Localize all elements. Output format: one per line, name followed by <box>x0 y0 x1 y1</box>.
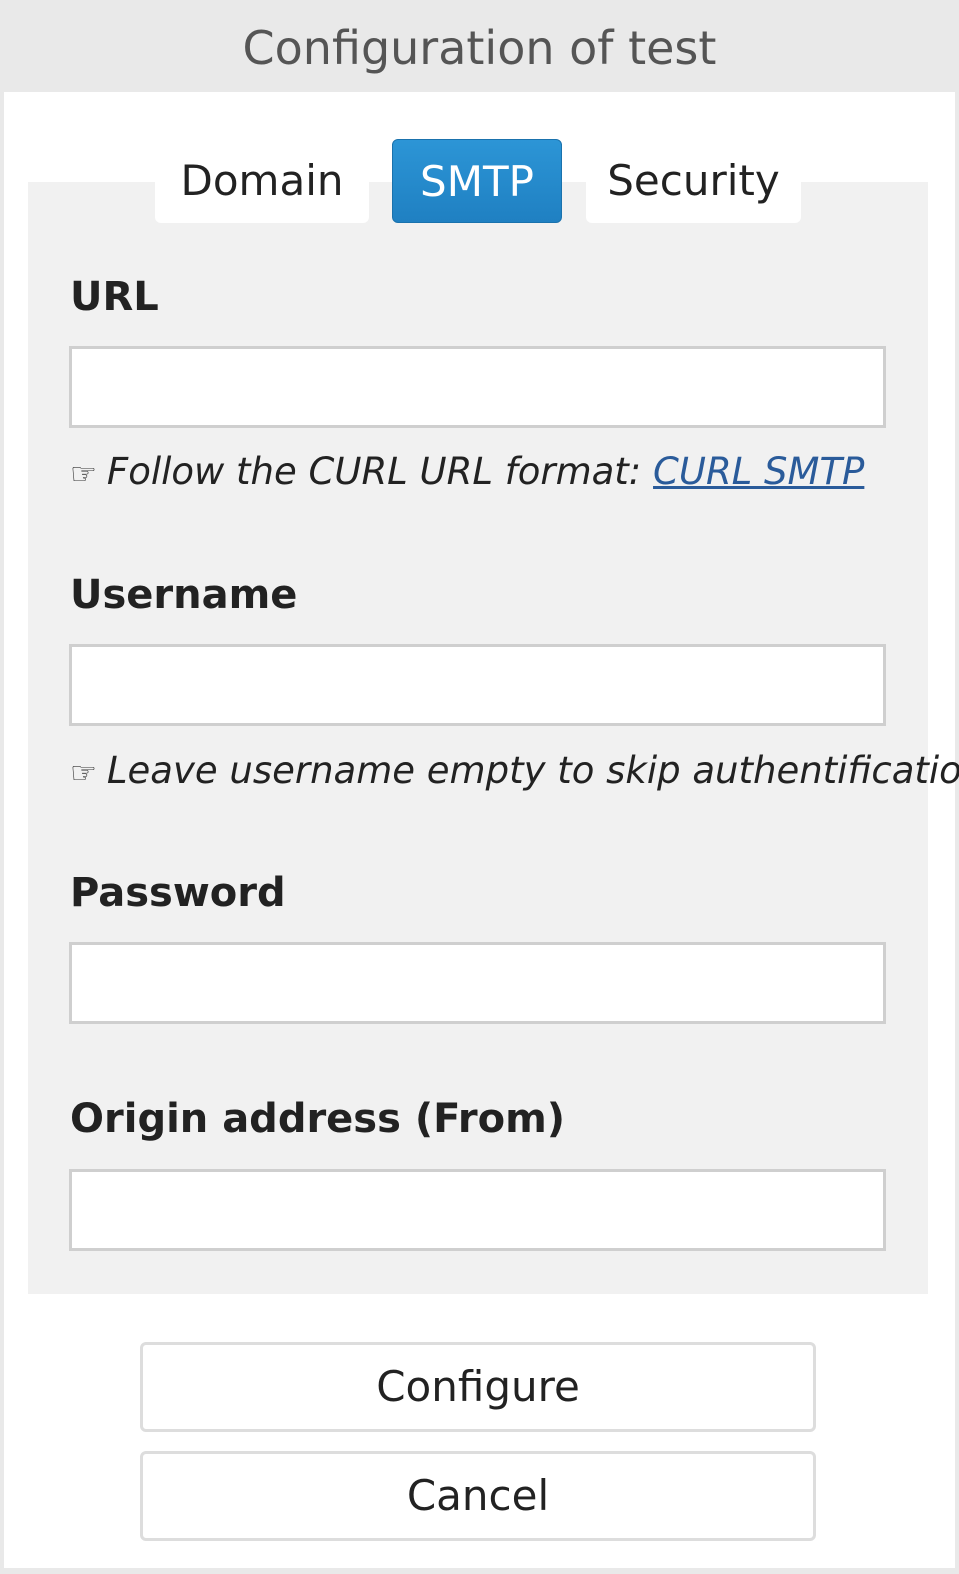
tab-bar: Domain SMTP Security <box>4 139 955 225</box>
pointing-hand-icon: ☞ <box>70 457 97 492</box>
password-label: Password <box>70 870 286 916</box>
dialog-content: Domain SMTP Security URL ☞ Follow the CUR… <box>4 92 959 1568</box>
username-hint: ☞ Leave username empty to skip authentifi… <box>70 748 959 797</box>
url-input[interactable] <box>69 346 886 428</box>
dialog-title: Configuration of test <box>242 21 717 75</box>
curl-smtp-link[interactable]: CURL SMTP <box>653 450 864 493</box>
url-label: URL <box>70 274 159 320</box>
tab-smtp[interactable]: SMTP <box>392 139 562 223</box>
tab-security[interactable]: Security <box>586 139 801 223</box>
username-input[interactable] <box>69 644 886 726</box>
pointing-hand-icon: ☞ <box>70 756 97 791</box>
username-hint-text: Leave username empty to skip authentific… <box>106 749 959 792</box>
username-label: Username <box>70 572 298 618</box>
dialog-title-bar: Configuration of test <box>0 0 959 92</box>
password-input[interactable] <box>69 942 886 1024</box>
configuration-dialog: Configuration of test Domain SMTP Securi… <box>0 0 959 1574</box>
url-hint-text: Follow the CURL URL format: <box>106 450 654 493</box>
cancel-button[interactable]: Cancel <box>140 1451 816 1541</box>
tab-domain[interactable]: Domain <box>155 139 369 223</box>
url-hint: ☞ Follow the CURL URL format: CURL SMTP <box>70 449 864 498</box>
origin-address-label: Origin address (From) <box>70 1096 566 1142</box>
origin-address-input[interactable] <box>69 1169 886 1251</box>
configure-button[interactable]: Configure <box>140 1342 816 1432</box>
